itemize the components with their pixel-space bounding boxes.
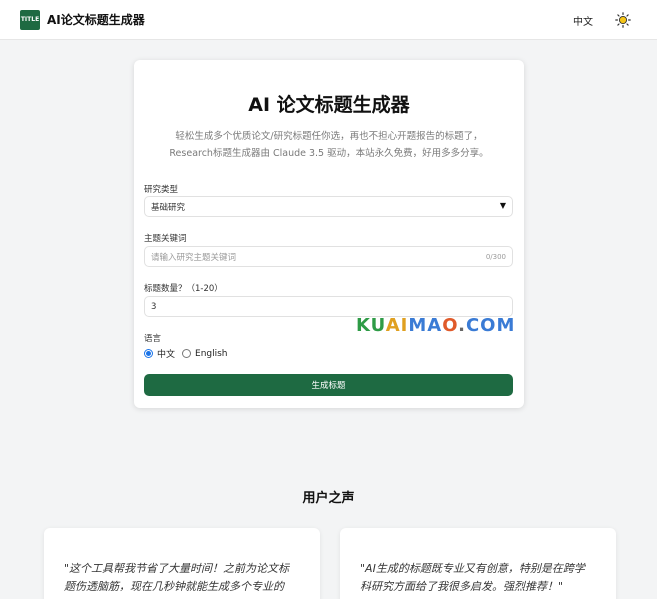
research-type-select[interactable]: 基础研究 ▼ <box>144 196 513 217</box>
radio-english-label[interactable]: English <box>195 349 228 359</box>
title-count-label: 标题数量？（1-20） <box>144 284 223 294</box>
keyword-label: 主题关键词 <box>144 234 187 244</box>
watermark-letter: C <box>465 315 481 336</box>
page-title: AI 论文标题生成器 <box>248 94 410 116</box>
radio-chinese[interactable] <box>144 349 153 358</box>
watermark-letter: U <box>370 315 386 336</box>
testimonials-title: 用户之声 <box>302 491 355 506</box>
watermark-letter: O <box>442 315 459 336</box>
logo[interactable]: TITLE <box>20 9 40 30</box>
title-count-input[interactable]: 3 <box>144 296 513 317</box>
generator-card: AI 论文标题生成器 轻松生成多个优质论文/研究标题任你选，再也不担心开题报告的… <box>134 60 524 408</box>
generate-titles-button[interactable]: 生成标题 <box>144 374 513 396</box>
watermark-letter: M <box>496 315 516 336</box>
keyword-placeholder: 请输入研究主题关键词 <box>151 252 237 263</box>
language-switch[interactable]: 中文 <box>573 13 593 28</box>
testimonial-1-line-1: "这个工具帮我节省了大量时间！之前为论文标 <box>64 562 290 575</box>
research-type-label: 研究类型 <box>144 185 179 195</box>
title-count-value: 3 <box>151 301 157 312</box>
watermark-letter: . <box>458 315 466 336</box>
language-label: 语言 <box>144 334 162 344</box>
watermark-letter: A <box>427 315 443 336</box>
description-line-2: Research标题生成器由 Claude 3.5 驱动，本站永久免费，好用多多… <box>169 148 489 159</box>
testimonial-card-1: "这个工具帮我节省了大量时间！之前为论文标 题伤透脑筋，现在几秒钟就能生成多个专… <box>44 528 320 599</box>
description-line-1: 轻松生成多个优质论文/研究标题任你选，再也不担心开题报告的标题了， <box>175 131 483 142</box>
keyword-counter: 0/300 <box>485 252 506 261</box>
testimonial-2-line-2: 科研究方面给了我很多启发。强烈推荐！" <box>360 580 564 593</box>
page-description: 轻松生成多个优质论文/研究标题任你选，再也不担心开题报告的标题了， Resear… <box>134 128 524 162</box>
theme-toggle-button[interactable] <box>615 12 631 28</box>
radio-english[interactable] <box>182 349 192 358</box>
testimonial-2-line-1: "AI生成的标题既专业又有创意，特别是在跨学 <box>360 562 585 575</box>
keyword-input[interactable]: 请输入研究主题关键词 0/300 <box>144 246 513 267</box>
sun-icon <box>615 12 631 28</box>
testimonial-card-2: "AI生成的标题既专业又有创意，特别是在跨学 科研究方面给了我很多启发。强烈推荐… <box>340 528 616 599</box>
caret-down-icon: ▼ <box>499 201 506 210</box>
testimonial-1-line-2: 题伤透脑筋，现在几秒钟就能生成多个专业的 <box>64 580 284 593</box>
watermark-letter: O <box>480 315 497 336</box>
top-bar: TITLE AI论文标题生成器 中文 <box>0 0 657 40</box>
radio-chinese-label[interactable]: 中文 <box>157 347 175 360</box>
watermark-letter: M <box>408 315 428 336</box>
brand-title[interactable]: AI论文标题生成器 <box>47 11 145 28</box>
watermark-letter: A <box>385 315 401 336</box>
research-type-value: 基础研究 <box>151 202 186 213</box>
kuaimao-watermark: KUAIMAO.COM <box>356 315 515 336</box>
language-radio-group: 中文 English <box>144 347 235 360</box>
watermark-letter: K <box>356 315 371 336</box>
